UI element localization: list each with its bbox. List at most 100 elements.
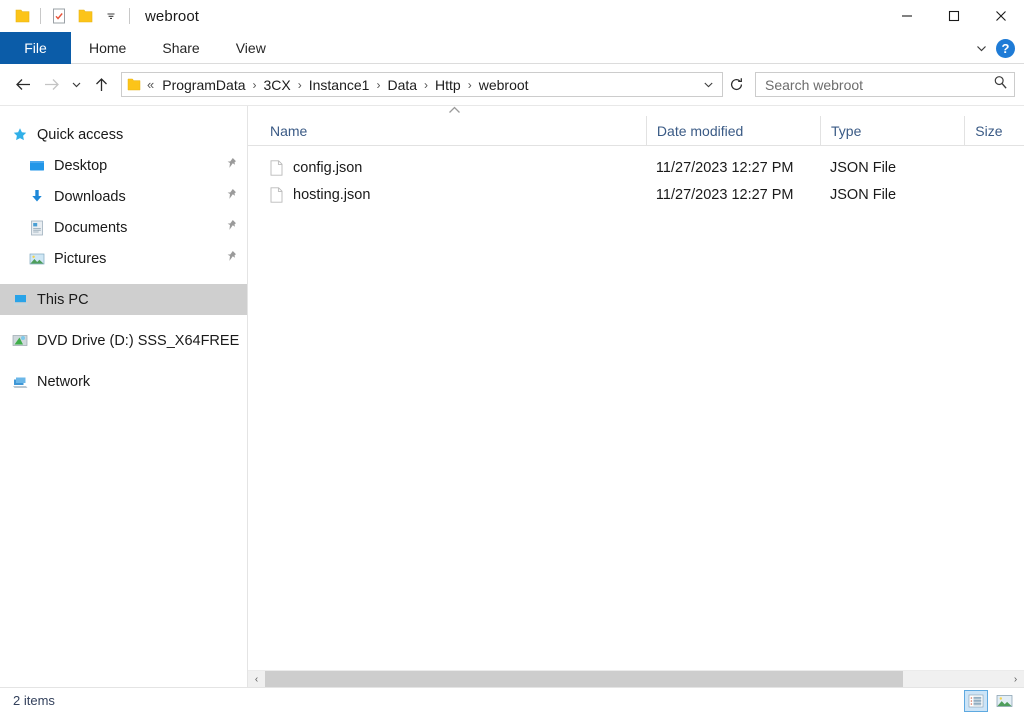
pin-icon[interactable] — [226, 188, 237, 206]
search-icon[interactable] — [993, 75, 1008, 95]
file-icon — [270, 186, 283, 203]
documents-icon — [27, 220, 47, 236]
ribbon-tab-bar: File Home Share View ? — [0, 32, 1024, 64]
breadcrumb-overflow[interactable]: « — [145, 77, 159, 92]
network-icon — [10, 375, 30, 389]
file-type-cell: JSON File — [830, 159, 897, 176]
breadcrumb-item-data[interactable]: Data — [384, 75, 420, 95]
sidebar-item-quick-access[interactable]: Quick access — [0, 119, 247, 150]
new-folder-icon[interactable] — [72, 4, 98, 28]
pin-icon[interactable] — [226, 157, 237, 175]
recent-locations-button[interactable] — [65, 70, 87, 100]
folder-icon[interactable] — [9, 4, 35, 28]
scroll-right-arrow-icon[interactable]: › — [1007, 671, 1024, 687]
breadcrumb-dropdown-icon[interactable] — [697, 79, 720, 90]
breadcrumb-item-instance1[interactable]: Instance1 — [306, 75, 373, 95]
sidebar-item-label: Network — [37, 373, 91, 390]
sidebar-item-this-pc[interactable]: This PC — [0, 284, 247, 315]
column-header-date-modified[interactable]: Date modified — [645, 116, 820, 145]
star-icon — [10, 127, 30, 143]
ribbon-right-controls: ? — [968, 32, 1024, 64]
item-count-label: 2 items — [13, 693, 55, 708]
horizontal-scrollbar[interactable]: ‹ › — [248, 670, 1024, 687]
column-header-name[interactable]: Name — [248, 116, 646, 145]
scroll-left-arrow-icon[interactable]: ‹ — [248, 671, 265, 687]
tab-share[interactable]: Share — [144, 32, 217, 64]
folder-icon-small — [127, 78, 141, 91]
sidebar-item-label: Desktop — [54, 157, 108, 174]
window-controls — [883, 0, 1024, 32]
details-view-button[interactable] — [964, 690, 988, 712]
search-input[interactable]: Search webroot — [755, 72, 1015, 97]
toolbar-divider-2 — [129, 8, 130, 24]
sidebar-item-downloads[interactable]: Downloads — [0, 181, 247, 212]
forward-button[interactable] — [37, 70, 65, 100]
maximize-button[interactable] — [930, 0, 977, 32]
large-icons-view-button[interactable] — [992, 690, 1016, 712]
sidebar-item-label: Documents — [54, 219, 128, 236]
sidebar-item-label: Quick access — [37, 126, 124, 143]
file-name-text: hosting.json — [293, 186, 371, 203]
scrollbar-track[interactable] — [265, 671, 1007, 687]
breadcrumb-separator-1[interactable]: › — [249, 78, 261, 92]
properties-icon[interactable] — [46, 4, 72, 28]
refresh-button[interactable] — [723, 72, 749, 97]
sort-indicator — [248, 106, 1024, 116]
file-name-cell: config.json — [248, 160, 646, 176]
sidebar-gap-3 — [0, 356, 247, 366]
pin-icon[interactable] — [226, 250, 237, 268]
tab-view[interactable]: View — [218, 32, 284, 64]
tab-file[interactable]: File — [0, 32, 71, 64]
breadcrumb-item-http[interactable]: Http — [432, 75, 464, 95]
downloads-icon — [27, 189, 47, 204]
minimize-button[interactable] — [883, 0, 930, 32]
sidebar-item-label: Pictures — [54, 250, 107, 267]
window-title: webroot — [145, 7, 200, 25]
pin-icon[interactable] — [226, 219, 237, 237]
sidebar-item-network[interactable]: Network — [0, 366, 247, 397]
sidebar-gap-1 — [0, 274, 247, 284]
address-bar: « ProgramData › 3CX › Instance1 › Data ›… — [0, 64, 1024, 105]
help-icon[interactable]: ? — [996, 38, 1015, 58]
breadcrumb-item-webroot[interactable]: webroot — [476, 75, 532, 95]
sidebar-item-label: This PC — [37, 291, 89, 308]
column-header-row: Name Date modified Type Size — [248, 116, 1024, 146]
sidebar-item-desktop[interactable]: Desktop — [0, 150, 247, 181]
status-bar: 2 items — [0, 687, 1024, 713]
file-rows: config.json 11/27/2023 12:27 PM JSON Fil… — [248, 146, 1024, 670]
tab-home[interactable]: Home — [71, 32, 144, 64]
sidebar-item-label: DVD Drive (D:) SSS_X64FREE — [37, 332, 240, 349]
scrollbar-thumb[interactable] — [265, 671, 904, 687]
column-header-size[interactable]: Size — [964, 116, 1024, 145]
breadcrumb-separator-5[interactable]: › — [464, 78, 476, 92]
sidebar-item-dvd-drive[interactable]: DVD Drive (D:) SSS_X64FREE — [0, 325, 247, 356]
up-button[interactable] — [87, 70, 115, 100]
file-type-cell: JSON File — [830, 186, 897, 203]
table-row[interactable]: hosting.json 11/27/2023 12:27 PM JSON Fi… — [248, 181, 1024, 208]
sidebar-item-documents[interactable]: Documents — [0, 212, 247, 243]
close-button[interactable] — [977, 0, 1024, 32]
customize-chevron-icon[interactable] — [98, 4, 124, 28]
breadcrumb-separator-4[interactable]: › — [420, 78, 432, 92]
this-pc-icon — [10, 293, 30, 307]
file-icon — [270, 159, 283, 176]
breadcrumb[interactable]: « ProgramData › 3CX › Instance1 › Data ›… — [121, 72, 723, 97]
navigation-pane: Quick access Desktop Downloads Documents… — [0, 106, 248, 687]
desktop-icon — [27, 159, 47, 173]
pictures-icon — [27, 252, 47, 266]
file-date-cell: 11/27/2023 12:27 PM — [655, 186, 794, 203]
table-row[interactable]: config.json 11/27/2023 12:27 PM JSON Fil… — [248, 154, 1024, 181]
back-button[interactable] — [9, 70, 37, 100]
main-content: Quick access Desktop Downloads Documents… — [0, 105, 1024, 687]
breadcrumb-item-3cx[interactable]: 3CX — [261, 75, 294, 95]
breadcrumb-item-programdata[interactable]: ProgramData — [159, 75, 248, 95]
file-date-cell: 11/27/2023 12:27 PM — [655, 159, 794, 176]
search-placeholder: Search webroot — [765, 76, 864, 93]
sidebar-item-pictures[interactable]: Pictures — [0, 243, 247, 274]
chevron-down-icon[interactable] — [968, 35, 994, 61]
breadcrumb-separator-2[interactable]: › — [294, 78, 306, 92]
breadcrumb-separator-3[interactable]: › — [372, 78, 384, 92]
column-header-type[interactable]: Type — [820, 116, 964, 145]
file-name-text: config.json — [293, 159, 363, 176]
view-mode-buttons — [964, 688, 1016, 714]
